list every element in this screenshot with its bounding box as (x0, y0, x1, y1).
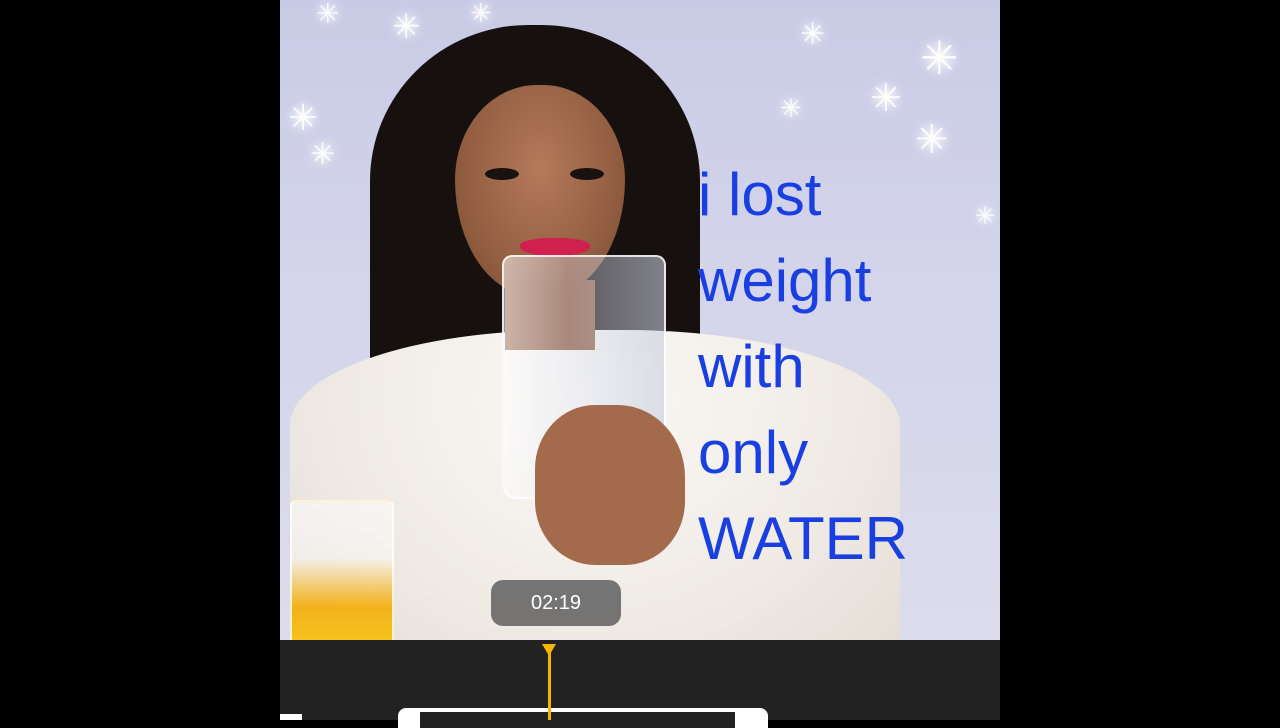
sparkle-icon: ✳ (392, 8, 421, 46)
person-eye-left (485, 168, 519, 180)
juice-glass (290, 500, 394, 640)
sparkle-icon: ✳ (975, 203, 996, 230)
sparkle-icon: ✳ (920, 32, 959, 84)
letterbox-left (0, 0, 280, 720)
sparkle-icon: ✳ (800, 18, 826, 51)
caption-line-1: i lost (698, 161, 822, 228)
person-lips (520, 238, 590, 256)
video-caption: i lost weight with only WATER (698, 152, 908, 582)
caption-line-5: WATER (698, 505, 908, 572)
playhead-marker-icon[interactable] (542, 644, 556, 656)
sparkle-icon: ✳ (870, 78, 902, 120)
sparkle-icon: ✳ (288, 97, 319, 138)
playhead-line[interactable] (548, 652, 551, 720)
sparkle-icon: ✳ (470, 0, 492, 28)
person-eye-right (570, 168, 604, 180)
clip-strip-inner (420, 712, 735, 728)
timeline-edge-marker (280, 714, 302, 720)
sparkle-icon: ✳ (316, 0, 340, 29)
person-hand (535, 405, 685, 565)
caption-line-2: weight (698, 247, 872, 314)
sparkle-icon: ✳ (310, 138, 336, 171)
editor-timeline[interactable] (280, 640, 1000, 728)
sparkle-icon: ✳ (780, 93, 802, 123)
timestamp-badge: 02:19 (491, 580, 621, 626)
caption-line-3: with (698, 333, 805, 400)
video-frame[interactable]: ✳ ✳ ✳ ✳ ✳ ✳ ✳ ✳ ✳ ✳ ✳ ✳ i lost weight wi… (280, 0, 1000, 640)
letterbox-right (1000, 0, 1280, 720)
caption-line-4: only (698, 419, 809, 486)
sparkle-icon: ✳ (915, 118, 949, 162)
